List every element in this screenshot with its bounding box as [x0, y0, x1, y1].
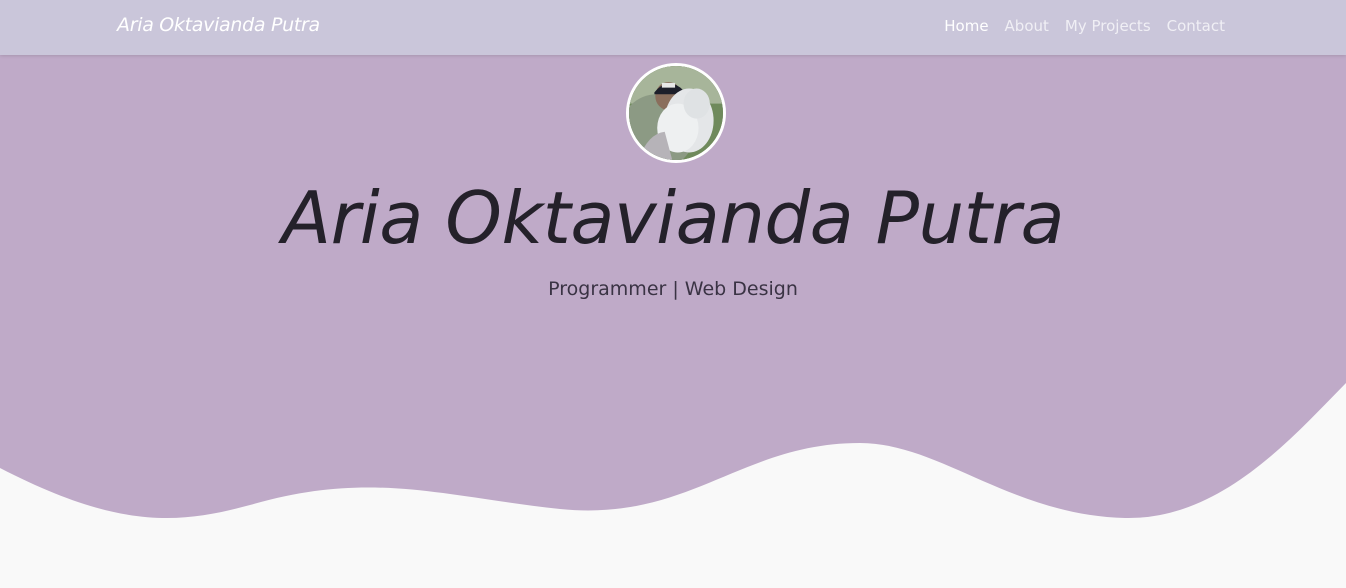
nav-link-contact[interactable]: Contact: [1167, 17, 1225, 35]
brand-link[interactable]: Aria Oktavianda Putra: [117, 14, 320, 36]
page: Aria Oktavianda Putra Programmer | Web D…: [0, 0, 1346, 588]
hero-subtitle: Programmer | Web Design: [548, 278, 798, 300]
navbar: Aria Oktavianda Putra Home About My Proj…: [0, 0, 1346, 55]
avatar: [626, 63, 726, 163]
nav-links: Home About My Projects Contact: [944, 17, 1225, 35]
nav-link-about[interactable]: About: [1005, 17, 1049, 35]
profile-photo: [629, 66, 723, 160]
nav-link-home[interactable]: Home: [944, 17, 988, 35]
hero-section: Aria Oktavianda Putra Programmer | Web D…: [0, 0, 1346, 588]
hero-name-heading: Aria Oktavianda Putra: [281, 176, 1065, 260]
nav-link-my-projects[interactable]: My Projects: [1065, 17, 1151, 35]
